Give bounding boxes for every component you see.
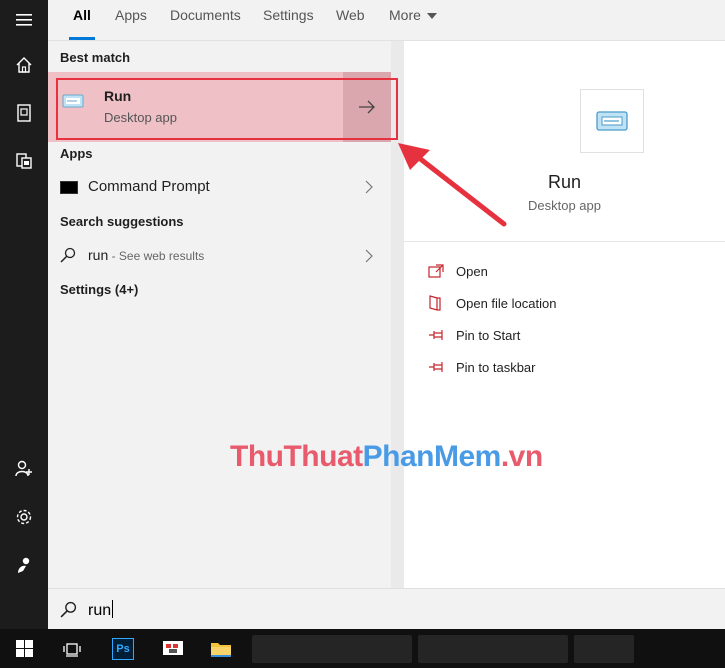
- settings-gear-icon[interactable]: [0, 497, 48, 537]
- list-item-web-suggestion[interactable]: run - See web results: [48, 239, 391, 273]
- taskbar-window-document[interactable]: [418, 635, 568, 663]
- photoshop-label: Ps: [112, 637, 134, 660]
- suggestion-suffix: - See web results: [108, 249, 205, 263]
- apps-icon[interactable]: [0, 141, 48, 181]
- feedback-icon[interactable]: [0, 545, 48, 585]
- best-match-run[interactable]: Run Desktop app: [48, 72, 391, 142]
- suggestion-query: run: [88, 247, 109, 263]
- action-open-file-location-label: Open file location: [456, 295, 557, 311]
- search-input[interactable]: run: [88, 600, 114, 620]
- hamburger-menu-icon[interactable]: [0, 0, 48, 40]
- arrow-right-icon: [359, 100, 375, 114]
- pin-icon: [428, 329, 450, 341]
- file-location-icon: [428, 295, 450, 311]
- photoshop-icon[interactable]: Ps: [104, 629, 142, 668]
- open-icon: [428, 264, 450, 278]
- add-user-icon[interactable]: [0, 448, 48, 488]
- tab-apps[interactable]: Apps: [115, 0, 147, 40]
- best-match-title: Run: [104, 88, 132, 104]
- action-open-file-location[interactable]: Open file location: [428, 291, 556, 315]
- home-icon[interactable]: [0, 45, 48, 85]
- taskbar-window-chrome[interactable]: [252, 635, 412, 663]
- list-item-command-prompt[interactable]: Command Prompt: [48, 170, 391, 204]
- pin-icon: [428, 361, 450, 373]
- file-explorer-icon[interactable]: [202, 629, 240, 668]
- annotation-arrow: [396, 140, 511, 235]
- action-pin-to-taskbar[interactable]: Pin to taskbar: [428, 355, 536, 379]
- search-query: run: [88, 602, 112, 619]
- section-search-suggestions: Search suggestions: [60, 214, 184, 229]
- run-app-icon: [62, 92, 84, 115]
- task-view-icon[interactable]: [52, 629, 92, 668]
- watermark-part1: ThuThuat: [230, 440, 363, 473]
- taskbar-window-app[interactable]: [574, 635, 634, 663]
- best-match-subtitle: Desktop app: [104, 110, 177, 125]
- tab-documents[interactable]: Documents: [170, 0, 241, 40]
- results-panel: Best match Run Desktop app Apps Command …: [48, 41, 391, 588]
- section-settings[interactable]: Settings (4+): [60, 282, 138, 297]
- start-rail: [0, 0, 48, 629]
- action-open-label: Open: [456, 263, 488, 279]
- search-icon: [60, 247, 76, 268]
- app-icon[interactable]: [154, 629, 192, 668]
- command-prompt-label: Command Prompt: [88, 178, 210, 195]
- suggestion-text: run - See web results: [88, 247, 204, 263]
- watermark-part3: .vn: [500, 440, 543, 473]
- tab-all[interactable]: All: [69, 0, 95, 40]
- action-pin-to-start-label: Pin to Start: [456, 327, 521, 343]
- watermark-part2: PhanMem: [362, 440, 502, 473]
- chevron-right-icon[interactable]: [365, 180, 373, 199]
- action-pin-to-start[interactable]: Pin to Start: [428, 323, 520, 347]
- run-app-large-icon: [580, 89, 644, 153]
- detail-panel: Run Desktop app Open Open file location …: [404, 41, 725, 588]
- tab-web[interactable]: Web: [336, 0, 365, 40]
- search-icon: [60, 601, 77, 623]
- text-caret: [112, 600, 114, 618]
- search-scope-tabs: All Apps Documents Settings Web More: [48, 0, 725, 41]
- action-pin-to-taskbar-label: Pin to taskbar: [456, 359, 536, 375]
- watermark: ThuThuatPhanMem.vn: [230, 440, 543, 474]
- chevron-right-icon[interactable]: [365, 249, 373, 268]
- panel-divider: [391, 41, 404, 588]
- taskbar: Ps: [0, 629, 725, 668]
- command-prompt-icon: [60, 181, 78, 194]
- section-best-match: Best match: [60, 50, 131, 65]
- expand-details-button[interactable]: [343, 72, 391, 142]
- tab-more[interactable]: More: [389, 0, 437, 40]
- documents-icon[interactable]: [0, 93, 48, 133]
- chevron-down-icon: [426, 13, 437, 20]
- section-apps: Apps: [60, 146, 93, 161]
- search-box[interactable]: run: [48, 588, 725, 630]
- tab-settings[interactable]: Settings: [263, 0, 314, 40]
- windows-start-icon[interactable]: [0, 629, 48, 668]
- action-open[interactable]: Open: [428, 259, 488, 283]
